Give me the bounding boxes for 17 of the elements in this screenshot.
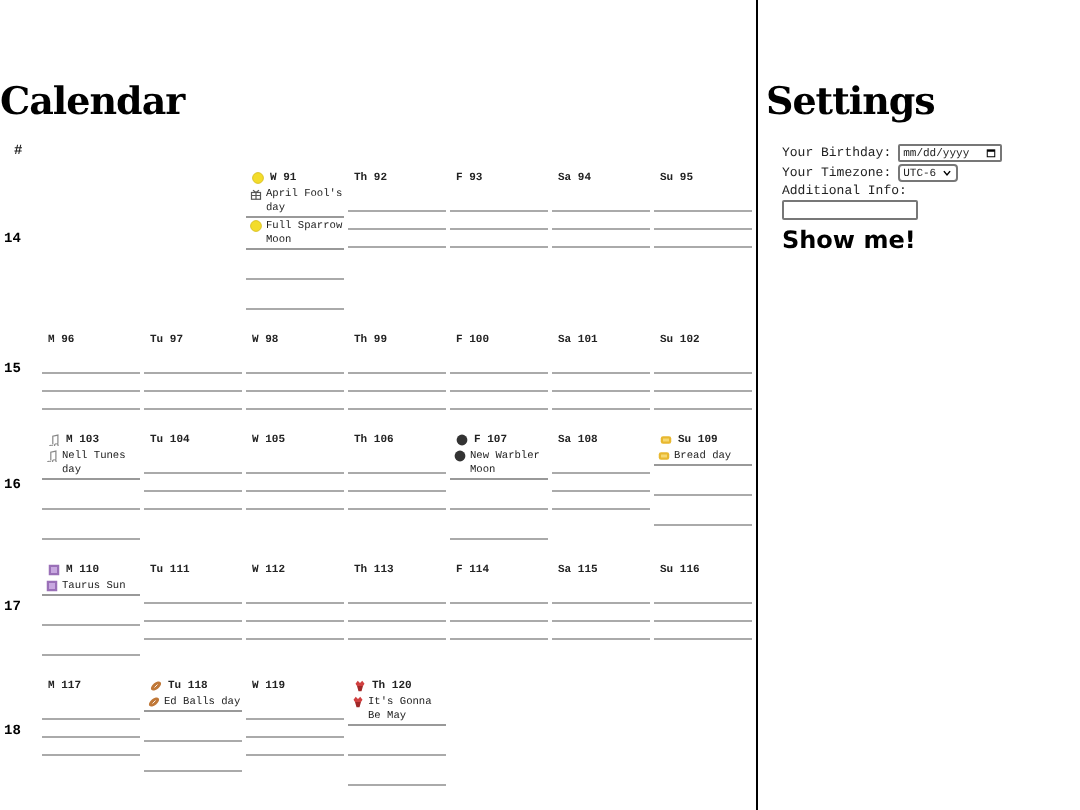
football-icon: [148, 696, 160, 708]
show-button[interactable]: Show me!: [782, 226, 916, 254]
note-icon: [46, 450, 58, 462]
text-field[interactable]: [782, 200, 918, 220]
square-icon: [48, 563, 60, 575]
settings-title: Settings: [766, 80, 937, 124]
gift-icon: [250, 188, 262, 200]
flower-icon: [352, 696, 364, 708]
caret-icon: [942, 168, 953, 178]
moon-icon: [250, 220, 262, 232]
flower-icon: [354, 679, 366, 691]
moon-icon: [252, 171, 264, 183]
note-icon: [48, 433, 60, 445]
calendar-icon[interactable]: [985, 148, 996, 158]
square-icon: [46, 580, 58, 592]
football-icon: [150, 679, 162, 691]
calendar-title: Calendar: [0, 80, 188, 124]
